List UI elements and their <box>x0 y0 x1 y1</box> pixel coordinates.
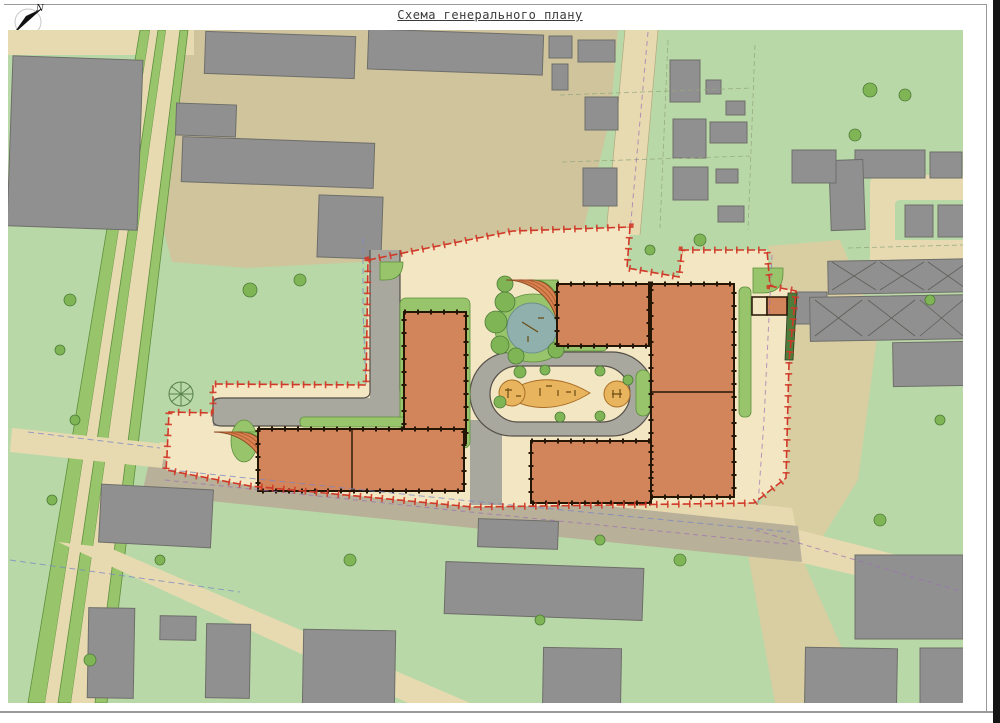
map-canvas: N <box>8 4 963 703</box>
building-north-slab <box>556 283 650 347</box>
building-south-slab <box>530 440 652 504</box>
north-label: N <box>35 4 45 14</box>
tree-symbol <box>168 381 194 407</box>
building-southwest-slab <box>257 428 465 492</box>
road-median <box>635 369 651 417</box>
building-west-slab <box>403 311 467 444</box>
building-east-slab <box>650 283 735 498</box>
